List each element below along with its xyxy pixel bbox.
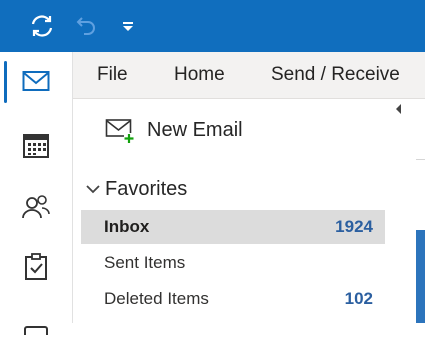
divider [416,159,425,160]
chevron-left-icon [396,104,401,114]
more-icon [24,326,48,335]
mail-icon [22,71,50,91]
tab-send-receive[interactable]: Send / Receive [271,52,400,98]
new-email-icon [105,119,134,143]
calendar-icon [23,134,49,158]
tasks-icon [25,253,47,280]
tab-file[interactable]: File [97,52,128,98]
new-email-button[interactable]: New Email [105,113,243,147]
ribbon-tabs: File Home Send / Receive [73,52,425,99]
undo-icon [76,17,95,35]
undo-button[interactable] [72,0,100,52]
mail-nav-button[interactable] [0,52,72,110]
sync-button[interactable] [26,0,58,52]
folder-pane: New Email Favorites Inbox 1924 Sent Item… [73,99,425,323]
folder-name: Sent Items [104,253,186,272]
folder-deleted-items[interactable]: Deleted Items 102 [81,282,385,316]
favorites-label: Favorites [105,177,188,200]
new-email-label: New Email [147,118,243,141]
customize-quick-access-icon [123,22,133,31]
folder-sent-items[interactable]: Sent Items [81,246,385,280]
unread-count: 1924 [335,217,373,236]
tab-home[interactable]: Home [174,52,225,98]
collapse-pane-button[interactable] [391,101,407,117]
folder-name: Inbox [104,217,150,236]
tasks-nav-button[interactable] [0,238,72,296]
title-bar [0,0,425,52]
sync-icon [31,15,53,37]
people-icon [22,195,50,219]
calendar-nav-button[interactable] [0,116,72,174]
more-nav-button[interactable] [0,296,72,354]
app-nav-rail [0,52,73,335]
unread-count: 102 [344,289,373,308]
chevron-down-icon [86,185,100,194]
favorites-header[interactable]: Favorites [85,175,187,203]
people-nav-button[interactable] [0,178,72,236]
folder-inbox[interactable]: Inbox 1924 [81,210,385,244]
customize-quick-access-button[interactable] [116,0,140,52]
message-list-edge [416,230,425,323]
folder-name: Deleted Items [104,289,209,308]
